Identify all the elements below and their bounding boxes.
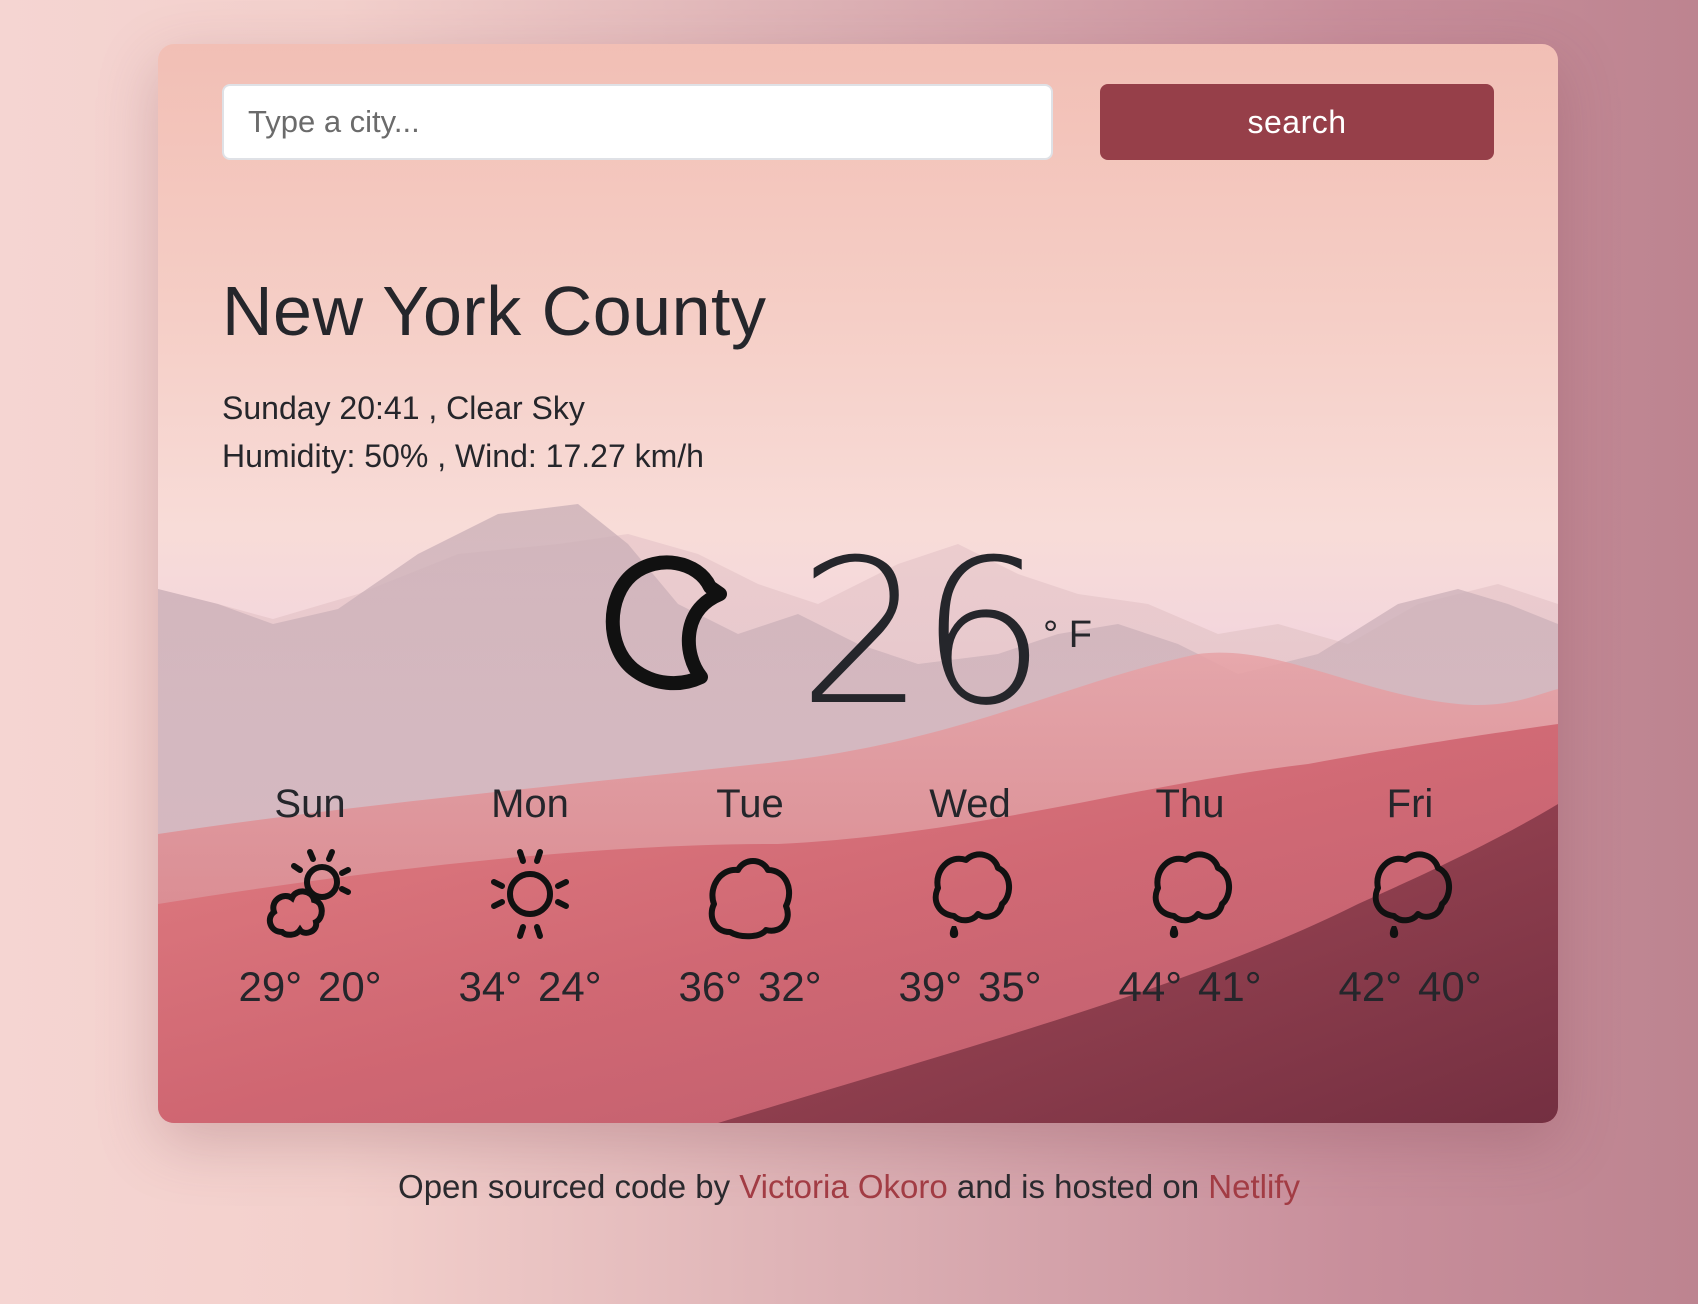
author-link[interactable]: Victoria Okoro [739,1168,947,1205]
forecast-day: Mon 34° 24° [420,784,640,1008]
search-bar: search [222,84,1494,160]
forecast-low: 40° [1418,963,1482,1010]
forecast-temps: 44° 41° [1080,966,1300,1008]
footer-prefix: Open sourced code by [398,1168,740,1205]
rain-cloud-icon [1372,851,1452,938]
current-temperature: 26 [798,517,1046,750]
forecast-high: 34° [458,963,522,1010]
clear-night-moon-icon [605,555,727,691]
forecast-low: 24° [538,963,602,1010]
forecast-day-name: Fri [1386,782,1434,826]
forecast-high: 39° [898,963,962,1010]
rain-cloud-icon [932,851,1012,938]
forecast-temps: 29° 20° [200,966,420,1008]
forecast-day-name: Mon [491,782,569,826]
humidity-wind: Humidity: 50% , Wind: 17.27 km/h [222,438,704,474]
forecast-temps: 36° 32° [640,966,860,1008]
forecast-high: 29° [238,963,302,1010]
sun-icon [491,849,569,939]
forecast-day-name: Sun [274,782,346,826]
forecast-day-name: Wed [929,782,1011,826]
footer: Open sourced code by Victoria Okoro and … [0,1168,1698,1206]
forecast-high: 42° [1338,963,1402,1010]
weather-card: search New York County Sunday 20:41 , Cl… [158,44,1558,1123]
forecast-high: 44° [1118,963,1182,1010]
partly-cloudy-icon [266,849,351,938]
forecast-high: 36° [678,963,742,1010]
forecast-row: Sun 29° 20° Mon 34° 24° Tue 36° 32° Wed … [200,784,1520,1024]
forecast-day: Thu 44° 41° [1080,784,1300,1008]
forecast-low: 35° [978,963,1042,1010]
footer-middle: and is hosted on [947,1168,1209,1205]
forecast-day: Tue 36° 32° [640,784,860,1008]
rain-cloud-icon [1152,851,1232,938]
forecast-low: 41° [1198,963,1262,1010]
forecast-low: 32° [758,963,822,1010]
forecast-day: Fri 42° 40° [1300,784,1520,1008]
netlify-link[interactable]: Netlify [1208,1168,1300,1205]
date-time-condition: Sunday 20:41 , Clear Sky [222,390,585,426]
city-search-input[interactable] [222,84,1053,160]
forecast-low: 20° [318,963,382,1010]
forecast-temps: 42° 40° [1300,966,1520,1008]
search-button[interactable]: search [1100,84,1494,160]
forecast-temps: 34° 24° [420,966,640,1008]
forecast-day: Sun 29° 20° [200,784,420,1008]
forecast-day-name: Thu [1155,782,1225,826]
temperature-unit: ° F [1043,614,1092,656]
city-name: New York County [222,272,767,350]
forecast-day-name: Tue [716,782,784,826]
cloud-icon [708,858,793,940]
forecast-temps: 39° 35° [860,966,1080,1008]
forecast-day: Wed 39° 35° [860,784,1080,1008]
